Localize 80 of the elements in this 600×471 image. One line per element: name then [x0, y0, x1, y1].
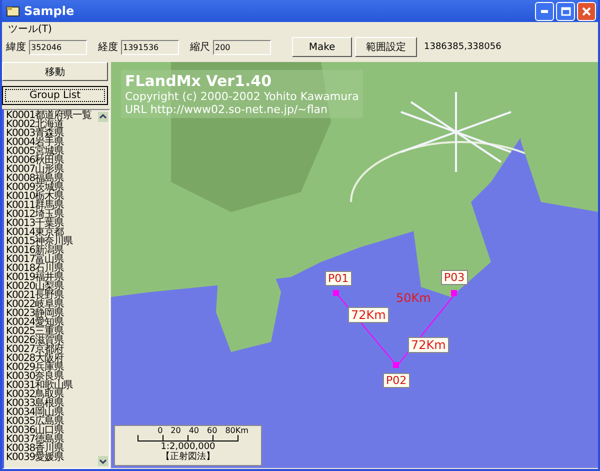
list-item[interactable]: K0031和歌山県: [6, 381, 97, 390]
window-icon: [6, 5, 20, 17]
list-item[interactable]: K0021長野県: [6, 291, 97, 300]
list-item[interactable]: K0032鳥取県: [6, 390, 97, 399]
sidebar-button[interactable]: 移動: [2, 62, 108, 81]
list-item[interactable]: K0015神奈川県: [6, 237, 97, 246]
point-marker: [393, 362, 399, 368]
distance-label: 72Km: [408, 337, 449, 353]
list-item[interactable]: K0004岩手県: [6, 138, 97, 147]
list-item[interactable]: K0010栃木県: [6, 192, 97, 201]
field-label: 縮尺: [190, 40, 210, 54]
point-marker: [451, 290, 457, 296]
distance-label: 50Km: [396, 291, 431, 305]
list-item[interactable]: K0018石川県: [6, 264, 97, 273]
scrollbar[interactable]: [97, 110, 109, 468]
scale-tick-label: 60: [207, 426, 218, 435]
minimize-button[interactable]: [535, 2, 554, 20]
list-item[interactable]: K0006秋田県: [6, 156, 97, 165]
menu-item[interactable]: ツール(T): [8, 22, 52, 36]
list-item[interactable]: K0013千葉県: [6, 219, 97, 228]
distance-label: 72Km: [348, 307, 389, 323]
scroll-up-icon[interactable]: [98, 112, 108, 122]
point-label: P01: [325, 271, 352, 286]
list-item[interactable]: K0019福井県: [6, 273, 97, 282]
list-item[interactable]: K0029兵庫県: [6, 363, 97, 372]
point-marker: [333, 290, 339, 296]
list-item[interactable]: K0022岐阜県: [6, 300, 97, 309]
list-item[interactable]: K0039愛媛県: [6, 453, 97, 462]
list-item[interactable]: K0008福島県: [6, 174, 97, 183]
url-text: URL http://www02.so-net.ne.jp/~flan: [125, 103, 329, 116]
list-item[interactable]: K0020山梨県: [6, 282, 97, 291]
list-item[interactable]: K0007山形県: [6, 165, 97, 174]
scale-tick-label: 20: [170, 426, 181, 435]
maximize-button[interactable]: [556, 2, 575, 20]
list-item[interactable]: K0024愛知県: [6, 318, 97, 327]
projection-label: 【正射図法】: [161, 452, 215, 462]
list-item[interactable]: K0030奈良県: [6, 372, 97, 381]
list-item[interactable]: K0017富山県: [6, 255, 97, 264]
toolbar-button[interactable]: 範囲設定: [355, 37, 417, 57]
list-item[interactable]: K0016新潟県: [6, 246, 97, 255]
list-item[interactable]: K0027京都府: [6, 345, 97, 354]
list-item[interactable]: K0023静岡県: [6, 309, 97, 318]
list-item[interactable]: K0034岡山県: [6, 408, 97, 417]
point-label: P02: [383, 373, 410, 388]
list-item[interactable]: K0028大阪府: [6, 354, 97, 363]
minimize-icon: [540, 10, 548, 12]
copyright-text: Copyright (c) 2000-2002 Yohito Kawamura: [125, 90, 359, 103]
list-item[interactable]: K0035広島県: [6, 417, 97, 426]
scale-tick-label: 40: [188, 426, 200, 435]
list-item[interactable]: K0036山口県: [6, 426, 97, 435]
list-item[interactable]: K0014東京都: [6, 228, 97, 237]
list-item[interactable]: K0025三重県: [6, 327, 97, 336]
list-item[interactable]: K0009茨城県: [6, 183, 97, 192]
list-item[interactable]: K0033島根県: [6, 399, 97, 408]
input-field[interactable]: 352046: [29, 40, 87, 54]
input-field[interactable]: 200: [213, 40, 271, 54]
point-label: P03: [441, 270, 468, 285]
list-item[interactable]: K0026滋賀県: [6, 336, 97, 345]
scroll-down-icon[interactable]: [98, 456, 108, 466]
scale-tick-label: 80Km: [225, 426, 248, 435]
scale-tick-label: 0: [158, 426, 163, 435]
app-version-text: FLandMx Ver1.40: [125, 72, 273, 90]
list-item[interactable]: K0011群馬県: [6, 201, 97, 210]
coordinate-readout: 1386385,338056: [424, 42, 502, 52]
field-label: 経度: [98, 40, 118, 54]
list-item[interactable]: K0012埼玉県: [6, 210, 97, 219]
input-field[interactable]: 1391536: [121, 40, 179, 54]
field-label: 緯度: [6, 40, 26, 54]
list-item[interactable]: K0037徳島県: [6, 435, 97, 444]
close-icon: [582, 6, 591, 16]
list-item[interactable]: K0038香川県: [6, 444, 97, 453]
list-item[interactable]: K0002北海道: [6, 120, 97, 129]
maximize-icon: [560, 6, 570, 16]
toolbar-button[interactable]: Make: [292, 37, 352, 57]
scale-ratio: 1:2,000,000: [160, 442, 216, 452]
sidebar-button[interactable]: Group List: [2, 86, 108, 105]
list-item[interactable]: K0005宮城県: [6, 147, 97, 156]
close-button[interactable]: [577, 2, 596, 20]
window-title: Sample: [24, 4, 76, 18]
list-item[interactable]: K0003青森県: [6, 129, 97, 138]
